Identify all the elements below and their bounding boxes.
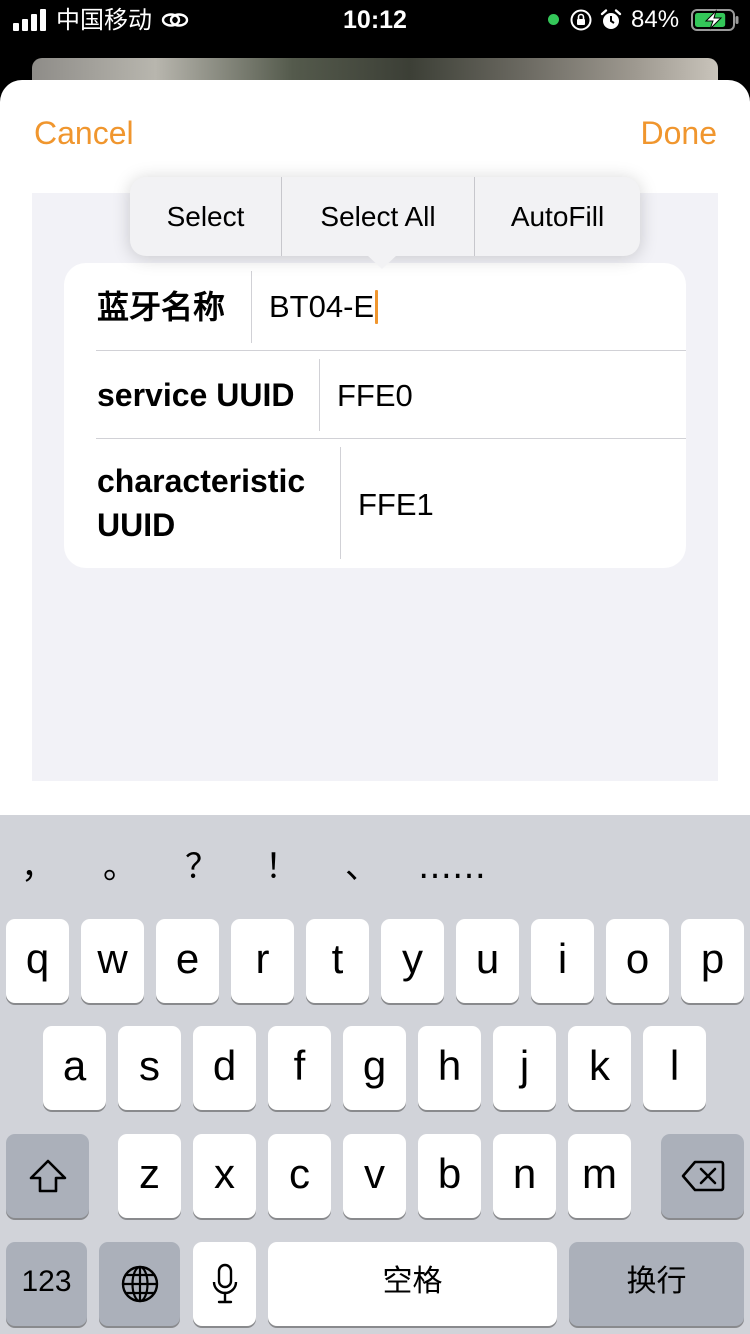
key-z[interactable]: z [118, 1134, 181, 1218]
key-v[interactable]: v [343, 1134, 406, 1218]
key-u[interactable]: u [456, 919, 519, 1003]
text-caret [375, 289, 379, 324]
row-divider [251, 271, 252, 343]
punct-key-ellipsis[interactable]: …… [418, 845, 486, 889]
autofill-menu-item[interactable]: AutoFill [475, 177, 640, 256]
row-bluetooth-name: 蓝牙名称 BT04-E [64, 263, 686, 351]
service-uuid-input[interactable]: FFE0 [337, 376, 413, 416]
battery-percent: 84% [631, 6, 680, 33]
key-f[interactable]: f [268, 1026, 331, 1110]
punct-key-exclamation[interactable]: ！ [264, 845, 300, 889]
key-l[interactable]: l [643, 1026, 706, 1110]
key-w[interactable]: w [81, 919, 144, 1003]
key-x[interactable]: x [193, 1134, 256, 1218]
key-t[interactable]: t [306, 919, 369, 1003]
delete-icon [681, 1160, 724, 1192]
characteristic-uuid-label-line1: characteristic [97, 463, 306, 499]
mic-icon [212, 1263, 237, 1304]
key-i[interactable]: i [531, 919, 594, 1003]
done-button[interactable]: Done [641, 114, 718, 152]
bluetooth-settings-card: 蓝牙名称 BT04-E service UUID FFE0 characteri… [64, 263, 686, 568]
key-j[interactable]: j [493, 1026, 556, 1110]
key-o[interactable]: o [606, 919, 669, 1003]
key-c[interactable]: c [268, 1134, 331, 1218]
key-r[interactable]: r [231, 919, 294, 1003]
punct-key-question[interactable]: ？ [184, 845, 220, 889]
key-h[interactable]: h [418, 1026, 481, 1110]
key-p[interactable]: p [681, 919, 744, 1003]
key-a[interactable]: a [43, 1026, 106, 1110]
bluetooth-name-input[interactable]: BT04-E [269, 287, 379, 327]
status-bar: 中国移动 10:12 84% [0, 0, 750, 40]
edit-menu: Select Select All AutoFill [130, 177, 640, 269]
characteristic-uuid-input[interactable]: FFE1 [358, 485, 434, 525]
row-service-uuid: service UUID FFE0 [64, 351, 686, 439]
orientation-lock-icon [570, 9, 592, 31]
bluetooth-name-label: 蓝牙名称 [97, 289, 226, 325]
key-e[interactable]: e [156, 919, 219, 1003]
select-menu-item[interactable]: Select [130, 177, 281, 256]
key-d[interactable]: d [193, 1026, 256, 1110]
delete-key[interactable] [661, 1134, 744, 1218]
service-uuid-label: service UUID [97, 377, 295, 413]
key-q[interactable]: q [6, 919, 69, 1003]
key-m[interactable]: m [568, 1134, 631, 1218]
space-key[interactable]: 空格 [268, 1242, 557, 1326]
select-all-menu-item[interactable]: Select All [282, 177, 474, 256]
characteristic-uuid-label: characteristic UUID [97, 459, 305, 547]
menu-pointer [367, 255, 397, 269]
battery-charging-icon [691, 9, 739, 31]
numbers-key[interactable]: 123 [6, 1242, 87, 1326]
row-divider [340, 447, 341, 559]
dictation-key[interactable] [193, 1242, 256, 1326]
punct-key-period[interactable]: 。 [102, 845, 138, 889]
mic-indicator-dot [548, 14, 559, 25]
alarm-icon [600, 9, 622, 29]
row-characteristic-uuid: characteristic UUID FFE1 [64, 439, 686, 568]
globe-key[interactable] [99, 1242, 180, 1326]
row-divider [319, 359, 320, 431]
characteristic-uuid-label-line2: UUID [97, 507, 176, 543]
globe-icon [121, 1265, 158, 1303]
shift-key[interactable] [6, 1134, 89, 1218]
punct-key-comma[interactable]: ， [20, 845, 56, 889]
cancel-button[interactable]: Cancel [34, 114, 134, 152]
key-g[interactable]: g [343, 1026, 406, 1110]
keyboard: ， 。 ？ ！ 、 …… q w e r t y u i o p a s d f… [0, 815, 750, 1334]
key-k[interactable]: k [568, 1026, 631, 1110]
return-key[interactable]: 换行 [569, 1242, 744, 1326]
key-n[interactable]: n [493, 1134, 556, 1218]
key-y[interactable]: y [381, 919, 444, 1003]
key-s[interactable]: s [118, 1026, 181, 1110]
shift-icon [29, 1159, 66, 1193]
key-b[interactable]: b [418, 1134, 481, 1218]
punct-key-enumeration[interactable]: 、 [344, 845, 380, 889]
